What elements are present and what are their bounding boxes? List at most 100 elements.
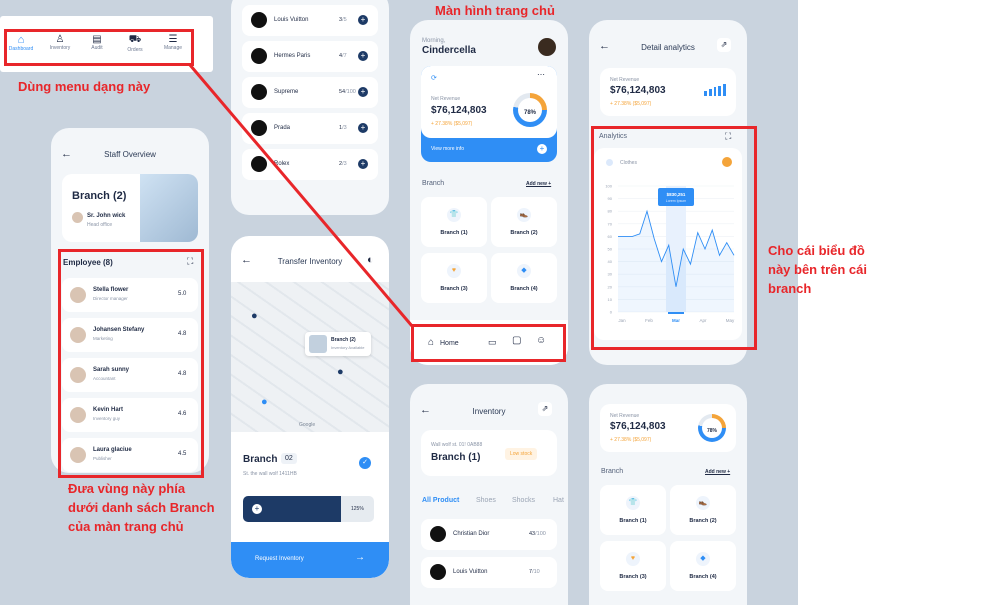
diamond-icon: ◆ <box>517 264 531 278</box>
product-row[interactable]: Christian Dior 43/100 <box>421 519 557 550</box>
revenue-ring: 78% <box>513 93 547 127</box>
inventory-screen: ← Inventory ⇗ Wall wolf st. 01! 0AB88 Br… <box>410 384 568 605</box>
branch-card[interactable]: ◆ Branch (4) <box>491 253 557 303</box>
product-row[interactable]: Louis Vuitton 7/10 <box>421 557 557 588</box>
refresh-icon[interactable]: ⟳ <box>431 74 437 82</box>
net-revenue-value: $76,124,803 <box>610 421 666 432</box>
revenue-card: Net Revenue $76,124,803 + 27.38% ($5,097… <box>600 404 736 452</box>
request-inventory-button[interactable]: Request Inventory → <box>231 542 389 578</box>
plus-icon[interactable]: + <box>358 123 368 133</box>
branch-section-title: Branch <box>422 180 445 187</box>
plus-icon[interactable]: + <box>537 144 547 154</box>
revenue-card-inner: ⟳ ⋯ Net Revenue $76,124,803 + 27.38% ($5… <box>421 66 557 138</box>
map-popup[interactable]: Branch (2) Inventory Available <box>305 332 371 356</box>
branch-card[interactable]: 👞 Branch (2) <box>491 197 557 247</box>
brand-name: Hermes Paris <box>274 53 311 59</box>
brand-logo <box>251 12 267 28</box>
manager-avatar <box>72 212 83 223</box>
plus-icon[interactable]: + <box>252 504 262 514</box>
building-image <box>140 174 198 242</box>
chart-note: Cho cái biểu đồ này bên trên cái branch <box>768 243 867 296</box>
button-label: Request Inventory <box>255 556 304 562</box>
view-more-link[interactable]: View more info <box>431 146 464 152</box>
employee-highlight-box <box>58 249 204 478</box>
brand-name: Supreme <box>274 89 299 95</box>
brand-row[interactable]: Prada 1/3 + <box>242 113 378 144</box>
branch-card[interactable]: Branch (2) Sr. John wick Head office <box>62 174 198 242</box>
revenue-change: + 27.38% ($5,097) <box>431 121 473 127</box>
chart-highlight-box <box>591 126 757 350</box>
branch-card[interactable]: ◆ Branch (4) <box>670 541 736 591</box>
shirt-icon: 👕 <box>447 208 461 222</box>
net-revenue-value: $76,124,803 <box>431 105 487 116</box>
screen-title: Staff Overview <box>104 150 156 159</box>
popup-title: Branch (2) <box>331 337 356 343</box>
net-revenue-label: Net Revenue <box>431 96 461 102</box>
branch-card[interactable]: 👕 Branch (1) <box>421 197 487 247</box>
add-new-link[interactable]: Add new + <box>526 181 551 187</box>
add-new-link[interactable]: Add new + <box>705 469 730 475</box>
more-icon[interactable]: ⋯ <box>537 70 545 79</box>
brand-row[interactable]: Supreme 54/100 + <box>242 77 378 108</box>
net-revenue-value: $76,124,803 <box>610 85 666 96</box>
home-screen: Morning, Cindercella ⟳ ⋯ Net Revenue $76… <box>410 20 568 365</box>
employee-note: Đưa vùng này phía dưới danh sách Branch … <box>68 481 215 534</box>
branch-card[interactable]: ♥ Branch (3) <box>421 253 487 303</box>
tab-shocks[interactable]: Shocks <box>512 497 535 504</box>
branch-title: Branch (2) <box>72 190 127 202</box>
branch-card[interactable]: 👕 Branch (1) <box>600 485 666 535</box>
brand-row[interactable]: Louis Vuitton 3/5 + <box>242 5 378 36</box>
brand-stock: 1/3 <box>339 125 347 131</box>
map-pin-icon[interactable]: ● <box>261 396 268 408</box>
manager-role: Head office <box>87 222 113 228</box>
home-title-note: Màn hình trang chủ <box>435 3 555 18</box>
share-icon[interactable]: ⇗ <box>717 38 731 52</box>
plus-icon[interactable]: + <box>358 51 368 61</box>
branch-card[interactable]: 👞 Branch (2) <box>670 485 736 535</box>
low-stock-badge: Low stock <box>505 448 538 460</box>
product-total: /100 <box>535 531 546 537</box>
branch-card[interactable]: ♥ Branch (3) <box>600 541 666 591</box>
menu-note: Dùng menu dạng này <box>18 79 151 94</box>
plus-icon[interactable]: + <box>358 87 368 97</box>
popup-subtitle: Inventory Available <box>331 345 365 350</box>
brand-stock: 2/3 <box>339 161 347 167</box>
plus-icon[interactable]: + <box>358 15 368 25</box>
screen-title: Transfer Inventory <box>277 257 343 266</box>
menu-highlight-box <box>4 29 194 66</box>
shirt-icon: 👕 <box>626 496 640 510</box>
tab-all-product[interactable]: All Product <box>422 497 459 504</box>
share-icon[interactable]: ⇗ <box>538 402 552 416</box>
branch-section-title: Branch <box>601 468 624 475</box>
revenue-card: ⟳ ⋯ Net Revenue $76,124,803 + 27.38% ($5… <box>421 66 557 162</box>
branch-label: Branch (4) <box>689 574 717 580</box>
brand-total: /5 <box>342 17 347 23</box>
map-credit: Google <box>299 422 316 428</box>
transfer-progress: + 125% <box>243 496 374 522</box>
contrast-icon[interactable]: ◐ <box>367 254 374 266</box>
nav-highlight-box <box>411 324 566 362</box>
ring-percent: 78% <box>706 428 717 434</box>
product-stock: 7/10 <box>529 569 540 575</box>
branch-info-card[interactable]: Wall wolf st. 01! 0AB88 Branch (1) Low s… <box>421 430 557 476</box>
check-icon[interactable]: ✓ <box>359 457 371 469</box>
branch-label: Branch (3) <box>619 574 647 580</box>
user-avatar[interactable] <box>538 38 556 56</box>
brand-row[interactable]: Hermes Paris 4/7 + <box>242 41 378 72</box>
heart-icon: ♥ <box>626 552 640 566</box>
brand-list-screen: Louis Vuitton 3/5 + Hermes Paris 4/7 + Supreme… <box>231 0 389 215</box>
ring-center: 78% <box>702 418 722 438</box>
plus-icon[interactable]: + <box>358 159 368 169</box>
brand-name: Louis Vuitton <box>274 17 309 23</box>
map[interactable]: ● ● ● Branch (2) Inventory Available Goo… <box>231 282 389 432</box>
branch-name: Branch (1) <box>431 452 481 463</box>
ring-center: 78% <box>518 98 542 122</box>
revenue-ring: 78% <box>698 414 726 442</box>
brand-row[interactable]: Rolex 2/3 + <box>242 149 378 180</box>
product-name: Louis Vuitton <box>453 569 488 575</box>
branch-address: St. the wall wolf 1411HB <box>243 471 297 477</box>
tab-hat[interactable]: Hat <box>553 497 564 504</box>
map-pin-icon[interactable]: ● <box>337 366 344 378</box>
map-pin-icon[interactable]: ● <box>251 310 258 322</box>
tab-shoes[interactable]: Shoes <box>476 497 496 504</box>
